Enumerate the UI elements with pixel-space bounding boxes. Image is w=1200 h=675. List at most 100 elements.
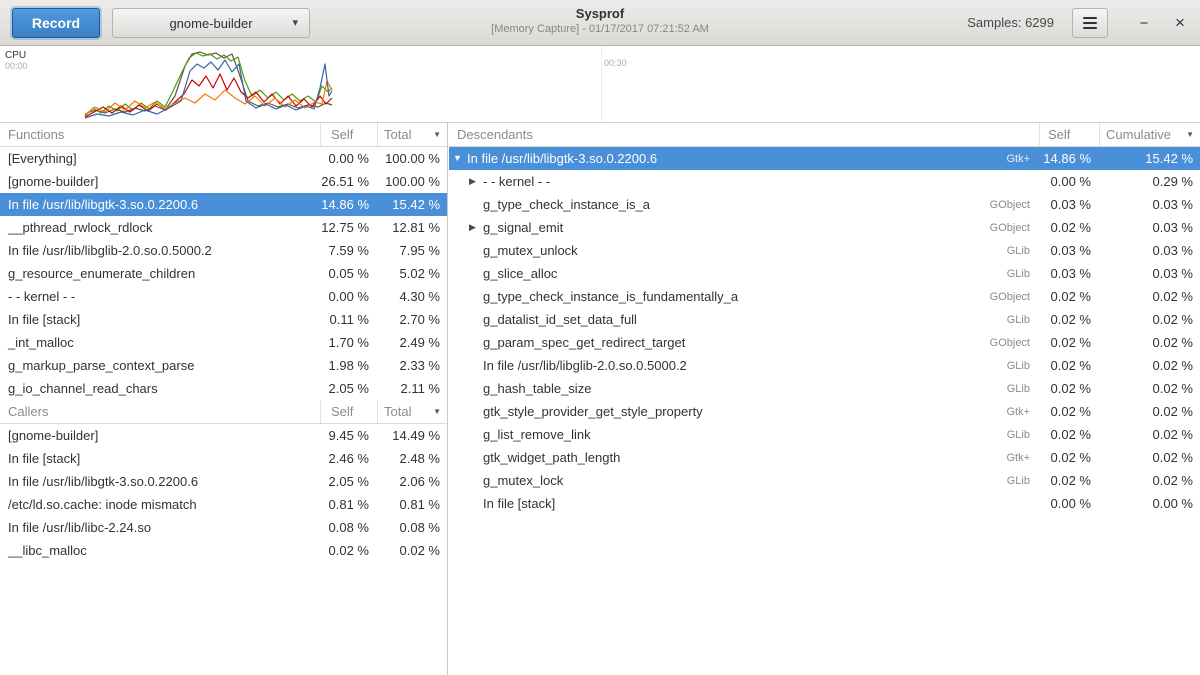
table-row[interactable]: In file [stack]0.11 %2.70 % bbox=[0, 308, 447, 331]
table-row[interactable]: _int_malloc1.70 %2.49 % bbox=[0, 331, 447, 354]
table-row[interactable]: [Everything]0.00 %100.00 % bbox=[0, 147, 447, 170]
cell-total-percent: 2.48 % bbox=[378, 451, 447, 466]
callers-column-header[interactable]: Callers bbox=[0, 400, 321, 423]
cell-library-name: GObject bbox=[970, 199, 1040, 211]
cell-self-percent: 0.03 % bbox=[1040, 243, 1100, 258]
minimize-icon: − bbox=[1140, 15, 1149, 32]
table-row[interactable]: g_slice_allocGLib0.03 %0.03 % bbox=[449, 262, 1200, 285]
functions-column-header[interactable]: Functions bbox=[0, 123, 321, 146]
descendants-header: Descendants Self Cumulative ▼ bbox=[449, 123, 1200, 147]
cell-self-percent: 7.59 % bbox=[321, 243, 378, 258]
callers-self-column-header[interactable]: Self bbox=[321, 400, 378, 423]
sort-descending-icon: ▼ bbox=[433, 130, 441, 139]
cell-self-percent: 0.02 % bbox=[1040, 335, 1100, 350]
table-row[interactable]: /etc/ld.so.cache: inode mismatch0.81 %0.… bbox=[0, 493, 447, 516]
expander-open-icon[interactable]: ▼ bbox=[453, 154, 467, 163]
cell-function-name: g_signal_emit bbox=[483, 220, 970, 235]
cell-function-name: In file /usr/lib/libglib-2.0.so.0.5000.2 bbox=[0, 243, 321, 258]
record-button[interactable]: Record bbox=[12, 8, 100, 38]
cell-self-percent: 2.05 % bbox=[321, 474, 378, 489]
process-selector[interactable]: gnome-builder ▾ bbox=[112, 8, 310, 38]
cell-self-percent: 0.03 % bbox=[1040, 266, 1100, 281]
cell-library-name: GLib bbox=[970, 383, 1040, 395]
cell-function-name: /etc/ld.so.cache: inode mismatch bbox=[0, 497, 321, 512]
table-row[interactable]: g_list_remove_linkGLib0.02 %0.02 % bbox=[449, 423, 1200, 446]
cell-self-percent: 0.00 % bbox=[321, 289, 378, 304]
sort-descending-icon: ▼ bbox=[433, 407, 441, 416]
table-row[interactable]: g_markup_parse_context_parse1.98 %2.33 % bbox=[0, 354, 447, 377]
table-row[interactable]: In file [stack]2.46 %2.48 % bbox=[0, 447, 447, 470]
cell-self-percent: 0.02 % bbox=[1040, 220, 1100, 235]
cell-function-name: g_io_channel_read_chars bbox=[0, 381, 321, 396]
descendants-self-column-header[interactable]: Self bbox=[1040, 123, 1100, 146]
table-row[interactable]: [gnome-builder]9.45 %14.49 % bbox=[0, 424, 447, 447]
cell-function-name: In file /usr/lib/libgtk-3.so.0.2200.6 bbox=[0, 197, 321, 212]
table-row[interactable]: g_mutex_unlockGLib0.03 %0.03 % bbox=[449, 239, 1200, 262]
header-bar: Record gnome-builder ▾ Sysprof [Memory C… bbox=[0, 0, 1200, 46]
table-row[interactable]: gtk_style_provider_get_style_propertyGtk… bbox=[449, 400, 1200, 423]
cell-function-name: In file [stack] bbox=[0, 312, 321, 327]
functions-total-column-header[interactable]: Total ▼ bbox=[378, 123, 447, 146]
table-row[interactable]: g_datalist_id_set_data_fullGLib0.02 %0.0… bbox=[449, 308, 1200, 331]
cell-self-percent: 0.05 % bbox=[321, 266, 378, 281]
cell-self-percent: 2.05 % bbox=[321, 381, 378, 396]
table-row[interactable]: In file /usr/lib/libglib-2.0.so.0.5000.2… bbox=[449, 354, 1200, 377]
cell-self-percent: 0.02 % bbox=[1040, 358, 1100, 373]
menu-button[interactable] bbox=[1072, 8, 1108, 38]
table-row[interactable]: In file /usr/lib/libc-2.24.so0.08 %0.08 … bbox=[0, 516, 447, 539]
cell-library-name: GObject bbox=[970, 337, 1040, 349]
cell-self-percent: 0.00 % bbox=[1040, 174, 1100, 189]
table-row[interactable]: ▼In file /usr/lib/libgtk-3.so.0.2200.6Gt… bbox=[449, 147, 1200, 170]
cpu-blue-series bbox=[85, 60, 332, 118]
expander-closed-icon[interactable]: ▶ bbox=[469, 223, 483, 232]
cell-function-name: _int_malloc bbox=[0, 335, 321, 350]
cell-library-name: GLib bbox=[970, 314, 1040, 326]
table-row[interactable]: In file /usr/lib/libglib-2.0.so.0.5000.2… bbox=[0, 239, 447, 262]
cell-cumulative-percent: 0.02 % bbox=[1100, 427, 1200, 442]
table-row[interactable]: g_mutex_lockGLib0.02 %0.02 % bbox=[449, 469, 1200, 492]
cell-cumulative-percent: 0.29 % bbox=[1100, 174, 1200, 189]
close-button[interactable]: × bbox=[1166, 9, 1194, 37]
table-row[interactable]: __pthread_rwlock_rdlock12.75 %12.81 % bbox=[0, 216, 447, 239]
table-row[interactable]: g_param_spec_get_redirect_targetGObject0… bbox=[449, 331, 1200, 354]
functions-self-column-header[interactable]: Self bbox=[321, 123, 378, 146]
table-row[interactable]: In file [stack]0.00 %0.00 % bbox=[449, 492, 1200, 515]
table-row[interactable]: [gnome-builder]26.51 %100.00 % bbox=[0, 170, 447, 193]
cell-self-percent: 0.02 % bbox=[321, 543, 378, 558]
cell-cumulative-percent: 0.03 % bbox=[1100, 266, 1200, 281]
cell-function-name: g_list_remove_link bbox=[483, 427, 970, 442]
cell-function-name: g_param_spec_get_redirect_target bbox=[483, 335, 970, 350]
table-row[interactable]: g_type_check_instance_is_fundamentally_a… bbox=[449, 285, 1200, 308]
descendants-cumulative-column-header[interactable]: Cumulative ▼ bbox=[1100, 123, 1200, 146]
cpu-timeline[interactable]: CPU 00:00 00:30 bbox=[0, 46, 1200, 123]
table-row[interactable]: __libc_malloc0.02 %0.02 % bbox=[0, 539, 447, 562]
cell-function-name: In file [stack] bbox=[0, 451, 321, 466]
hamburger-icon bbox=[1083, 17, 1097, 19]
cell-self-percent: 0.02 % bbox=[1040, 381, 1100, 396]
table-row[interactable]: g_resource_enumerate_children0.05 %5.02 … bbox=[0, 262, 447, 285]
timeline-mid-label: 00:30 bbox=[604, 58, 627, 68]
cell-function-name: In file [stack] bbox=[483, 496, 970, 511]
table-row[interactable]: ▶g_signal_emitGObject0.02 %0.03 % bbox=[449, 216, 1200, 239]
functions-header: Functions Self Total ▼ bbox=[0, 123, 447, 147]
cell-self-percent: 1.70 % bbox=[321, 335, 378, 350]
table-row[interactable]: In file /usr/lib/libgtk-3.so.0.2200.614.… bbox=[0, 193, 447, 216]
table-row[interactable]: g_hash_table_sizeGLib0.02 %0.02 % bbox=[449, 377, 1200, 400]
table-row[interactable]: ▶- - kernel - -0.00 %0.29 % bbox=[449, 170, 1200, 193]
table-row[interactable]: - - kernel - -0.00 %4.30 % bbox=[0, 285, 447, 308]
right-panel: Descendants Self Cumulative ▼ ▼In file /… bbox=[449, 123, 1200, 675]
expander-closed-icon[interactable]: ▶ bbox=[469, 177, 483, 186]
cell-self-percent: 12.75 % bbox=[321, 220, 378, 235]
callers-total-column-header[interactable]: Total ▼ bbox=[378, 400, 447, 423]
table-row[interactable]: g_type_check_instance_is_aGObject0.03 %0… bbox=[449, 193, 1200, 216]
descendants-column-header[interactable]: Descendants bbox=[449, 123, 1040, 146]
cell-total-percent: 14.49 % bbox=[378, 428, 447, 443]
minimize-button[interactable]: − bbox=[1130, 9, 1158, 37]
cpu-label: CPU bbox=[5, 50, 26, 61]
cell-total-percent: 5.02 % bbox=[378, 266, 447, 281]
table-row[interactable]: g_io_channel_read_chars2.05 %2.11 % bbox=[0, 377, 447, 400]
table-row[interactable]: In file /usr/lib/libgtk-3.so.0.2200.62.0… bbox=[0, 470, 447, 493]
table-row[interactable]: gtk_widget_path_lengthGtk+0.02 %0.02 % bbox=[449, 446, 1200, 469]
cell-function-name: In file /usr/lib/libglib-2.0.so.0.5000.2 bbox=[483, 358, 970, 373]
cell-total-percent: 0.81 % bbox=[378, 497, 447, 512]
